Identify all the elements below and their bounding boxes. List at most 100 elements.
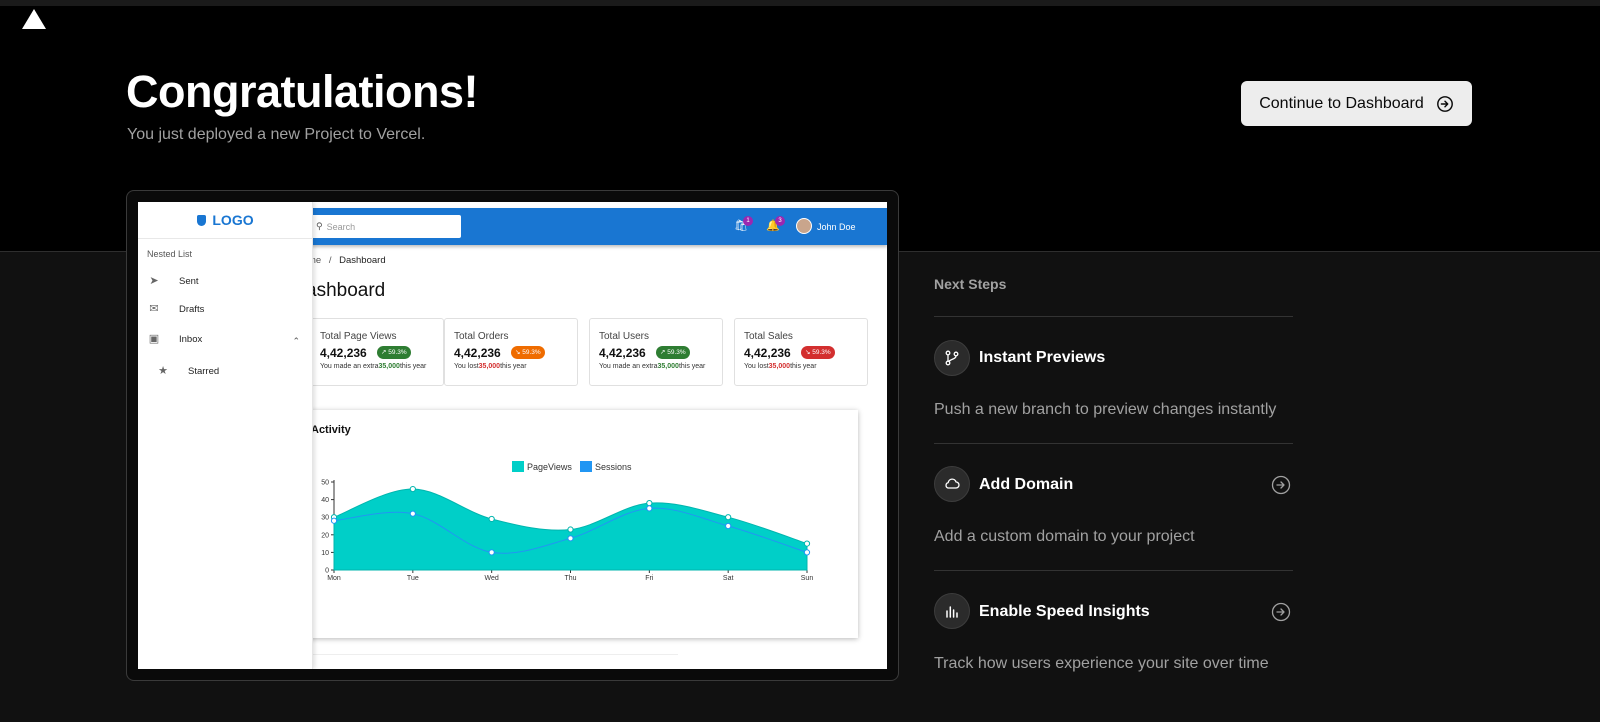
trend-percent: 59.3%: [812, 349, 831, 356]
stat-card-value: 4,42,236: [454, 346, 501, 360]
y-tick-label: 20: [321, 532, 329, 539]
arrow-right-circle-icon: [1436, 95, 1453, 112]
y-tick-label: 40: [321, 497, 329, 504]
x-tick-label: Sat: [723, 575, 734, 582]
cart-badge: 1: [743, 216, 753, 226]
git-branch-icon: [934, 340, 970, 376]
trend-badge: ↗ 59.3%: [656, 346, 690, 359]
x-tick-label: Sun: [801, 575, 814, 582]
note-prefix: You made an extra: [599, 363, 658, 370]
mock-sidebar-item-drafts: ✉ Drafts: [147, 303, 204, 315]
mock-logo-text: LOGO: [212, 212, 254, 228]
trend-badge: ↘ 59.3%: [511, 346, 545, 359]
step-desc-enable-speed-insights: Track how users experience your site ove…: [934, 655, 1269, 672]
y-tick-label: 30: [321, 515, 329, 522]
x-tick-label: Tue: [407, 575, 419, 582]
sessions-point: [725, 522, 732, 530]
note-prefix: You lost: [454, 363, 479, 370]
stat-card-note: You made an extra35,000this year: [599, 363, 705, 370]
bar-chart-icon: [934, 593, 970, 629]
pageviews-point: [567, 526, 574, 533]
mock-bottom-card: [298, 654, 678, 669]
note-prefix: You made an extra: [320, 363, 379, 370]
legend-label-pageviews: PageViews: [527, 462, 572, 472]
x-tick-label: Thu: [564, 575, 576, 582]
stat-card-note: You lost35,000this year: [744, 363, 817, 370]
search-icon: ⚲: [316, 221, 323, 231]
stat-card-note: You lost35,000this year: [454, 363, 527, 370]
cta-label: Continue to Dashboard: [1259, 94, 1424, 112]
pageviews-point: [646, 500, 653, 507]
sessions-point: [330, 517, 338, 524]
trend-badge: ↗ 59.3%: [377, 346, 411, 359]
cloud-icon: [934, 466, 970, 502]
mock-topbar: ⚲ Search 🛍 1 🔔 3 John Doe: [298, 208, 887, 245]
pageviews-point: [488, 515, 495, 523]
nested-list-label: Nested List: [147, 249, 193, 259]
x-tick-label: Mon: [327, 575, 341, 582]
avatar: [796, 218, 812, 234]
divider: [934, 570, 1293, 571]
top-strip: [0, 0, 1600, 6]
notification-badge: 3: [775, 216, 785, 226]
x-tick-label: Fri: [645, 575, 654, 582]
mock-sidebar-label: Inbox: [179, 333, 203, 345]
mock-breadcrumb: me / Dashboard: [308, 255, 386, 266]
note-prefix: You lost: [744, 363, 769, 370]
arrow-right-circle-icon[interactable]: [1271, 602, 1291, 622]
pageviews-point: [725, 514, 732, 521]
note-amount: 35,000: [378, 363, 400, 370]
trend-percent: 59.3%: [522, 349, 541, 356]
divider: [934, 443, 1293, 444]
mock-sidebar-label: Drafts: [179, 303, 205, 315]
legend-swatch-pageviews: [512, 461, 524, 472]
mock-sidebar-label: Sent: [179, 275, 199, 287]
stat-card-title: Total Orders: [454, 331, 509, 342]
note-suffix: this year: [790, 363, 817, 370]
breadcrumb-separator: /: [328, 255, 332, 266]
step-title-enable-speed-insights[interactable]: Enable Speed Insights: [979, 603, 1150, 621]
next-steps-heading: Next Steps: [934, 276, 1007, 292]
sessions-point: [803, 549, 811, 556]
note-amount: 35,000: [768, 363, 791, 370]
stat-card: Total Page Views 4,42,236 ↗ 59.3% You made …: [310, 318, 444, 386]
stat-card: Total Orders 4,42,236 ↘ 59.3% You lost35,00…: [444, 318, 578, 386]
mock-user-name: John Doe: [817, 222, 856, 232]
deployment-screenshot[interactable]: ⚲ Search 🛍 1 🔔 3 John Doe LOGO Nested Li…: [138, 202, 887, 669]
stat-card: Total Users 4,42,236 ↗ 59.3% You made an ex…: [589, 318, 723, 386]
stat-card-title: Total Page Views: [320, 331, 397, 342]
drafts-icon: ✉: [149, 303, 159, 315]
continue-to-dashboard-button[interactable]: Continue to Dashboard: [1241, 81, 1472, 126]
trend-badge: ↘ 59.3%: [801, 346, 835, 359]
vercel-logo-icon[interactable]: [22, 9, 46, 29]
mock-page-title: ashboard: [306, 280, 386, 301]
page-title: Congratulations!: [126, 66, 478, 117]
step-desc-instant-previews: Push a new branch to preview changes ins…: [934, 401, 1277, 418]
mock-sidebar: LOGO Nested List ➤ Sent ✉ Drafts ▣ Inbox…: [138, 202, 313, 669]
send-icon: ➤: [149, 275, 159, 287]
activity-chart: 0 10 20 30 40 50 Mon Tue Wed Thu Fri Sat Sun PageView…: [321, 461, 814, 582]
sessions-point: [409, 510, 416, 517]
mock-sidebar-item-inbox: ▣ Inbox: [147, 333, 202, 345]
star-icon: ★: [158, 365, 168, 377]
pageviews-point: [803, 540, 811, 547]
step-title-add-domain[interactable]: Add Domain: [979, 476, 1073, 494]
mock-search-input: ⚲ Search: [310, 215, 461, 238]
trend-percent: 59.3%: [667, 349, 686, 356]
stat-card: Total Sales 4,42,236 ↘ 59.3% You lost35,000…: [734, 318, 868, 386]
stat-card-value: 4,42,236: [744, 346, 791, 360]
note-amount: 35,000: [657, 363, 679, 370]
activity-title: Activity: [311, 424, 351, 436]
y-tick-label: 10: [321, 550, 329, 557]
stat-card-title: Total Sales: [744, 331, 793, 342]
page-subtitle: You just deployed a new Project to Verce…: [127, 126, 426, 143]
sessions-point: [488, 549, 495, 556]
step-desc-add-domain: Add a custom domain to your project: [934, 528, 1195, 545]
stat-card-title: Total Users: [599, 331, 650, 342]
note-amount: 35,000: [478, 363, 501, 370]
arrow-right-circle-icon[interactable]: [1271, 475, 1291, 495]
mock-sidebar-item-starred: ★ Starred: [156, 365, 219, 377]
mock-sidebar-item-sent: ➤ Sent: [147, 275, 199, 287]
step-title-instant-previews[interactable]: Instant Previews: [979, 349, 1105, 367]
sessions-point: [567, 535, 574, 542]
